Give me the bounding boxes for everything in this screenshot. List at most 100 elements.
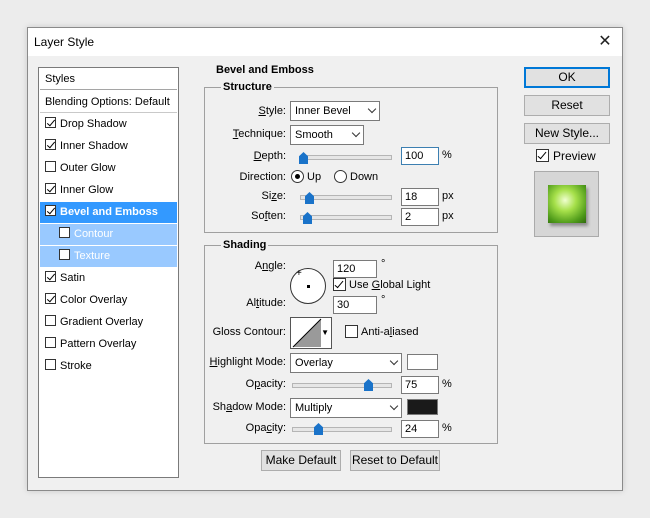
direction-up-radio[interactable] bbox=[291, 170, 304, 183]
global-light-label[interactable]: Use Global Light bbox=[349, 279, 430, 291]
styles-header-label: Styles bbox=[45, 73, 75, 85]
shadow-mode-select[interactable]: Multiply bbox=[290, 398, 402, 418]
style-item-checkbox[interactable] bbox=[45, 139, 56, 150]
ok-button[interactable]: OK bbox=[524, 67, 610, 88]
style-item-checkbox[interactable] bbox=[59, 249, 70, 260]
altitude-unit: ° bbox=[381, 294, 386, 306]
altitude-input[interactable]: 30 bbox=[333, 296, 377, 314]
style-item-checkbox[interactable] bbox=[59, 227, 70, 238]
styles-header[interactable]: Styles bbox=[40, 69, 177, 90]
preview-swatch bbox=[548, 185, 586, 223]
style-item-label: Inner Shadow bbox=[60, 140, 128, 152]
style-item-inner-shadow[interactable]: Inner Shadow bbox=[40, 136, 177, 157]
shadow-mode-value: Multiply bbox=[295, 402, 333, 414]
preview-checkbox[interactable] bbox=[536, 149, 549, 162]
style-item-checkbox[interactable] bbox=[45, 205, 56, 216]
shadow-opacity-slider[interactable] bbox=[292, 427, 392, 432]
size-unit: px bbox=[442, 190, 454, 202]
style-select-value: Inner Bevel bbox=[295, 105, 351, 117]
highlight-mode-select[interactable]: Overlay bbox=[290, 353, 402, 373]
style-item-label: Outer Glow bbox=[60, 162, 116, 174]
preview-label[interactable]: Preview bbox=[553, 149, 596, 163]
layer-style-dialog: Layer Style ✕ Styles Blending Options: D… bbox=[27, 27, 623, 491]
gloss-contour-picker[interactable]: ▼ bbox=[290, 317, 332, 349]
style-item-label: Inner Glow bbox=[60, 184, 114, 196]
reset-button[interactable]: Reset bbox=[524, 95, 610, 116]
anti-aliased-checkbox[interactable] bbox=[345, 325, 358, 338]
style-item-inner-glow[interactable]: Inner Glow bbox=[40, 180, 177, 201]
direction-up-label[interactable]: Up bbox=[307, 171, 321, 183]
style-item-color-overlay[interactable]: Color Overlay bbox=[40, 290, 177, 311]
shadow-opacity-label: Opacity: bbox=[245, 422, 286, 434]
size-input[interactable]: 18 bbox=[401, 188, 439, 206]
make-default-button[interactable]: Make Default bbox=[261, 450, 341, 471]
style-item-drop-shadow[interactable]: Drop Shadow bbox=[40, 114, 177, 135]
angle-value: 120 bbox=[337, 263, 356, 275]
chevron-down-icon: ▼ bbox=[321, 328, 329, 337]
close-icon[interactable]: ✕ bbox=[588, 28, 622, 56]
depth-label: Depth: bbox=[253, 150, 286, 162]
highlight-opacity-input[interactable]: 75 bbox=[401, 376, 439, 394]
shadow-mode-label: Shadow Mode: bbox=[212, 401, 286, 413]
highlight-color-swatch[interactable] bbox=[407, 354, 438, 370]
angle-unit: ° bbox=[381, 258, 386, 270]
style-item-checkbox[interactable] bbox=[45, 183, 56, 194]
soften-slider[interactable] bbox=[300, 215, 392, 220]
style-item-checkbox[interactable] bbox=[45, 117, 56, 128]
structure-title: Structure bbox=[221, 81, 274, 93]
direction-down-radio[interactable] bbox=[334, 170, 347, 183]
style-item-pattern-overlay[interactable]: Pattern Overlay bbox=[40, 334, 177, 355]
blending-options-item[interactable]: Blending Options: Default bbox=[40, 92, 177, 113]
highlight-opacity-label: Opacity: bbox=[245, 378, 286, 390]
global-light-checkbox[interactable] bbox=[333, 278, 346, 291]
shading-title: Shading bbox=[221, 239, 269, 251]
highlight-opacity-unit: % bbox=[442, 378, 452, 390]
technique-select-value: Smooth bbox=[295, 129, 333, 141]
style-item-label: Satin bbox=[60, 272, 86, 284]
style-select[interactable]: Inner Bevel bbox=[290, 101, 380, 121]
depth-input[interactable]: 100 bbox=[401, 147, 439, 165]
size-value: 18 bbox=[405, 191, 418, 203]
style-item-label: Color Overlay bbox=[60, 294, 128, 306]
style-item-checkbox[interactable] bbox=[45, 359, 56, 370]
style-item-checkbox[interactable] bbox=[45, 293, 56, 304]
depth-value: 100 bbox=[405, 150, 424, 162]
style-item-satin[interactable]: Satin bbox=[40, 268, 177, 289]
crosshair-icon: + bbox=[296, 268, 302, 279]
style-item-stroke[interactable]: Stroke bbox=[40, 356, 177, 377]
technique-label: Technique: bbox=[232, 128, 286, 140]
style-item-checkbox[interactable] bbox=[45, 161, 56, 172]
chevron-down-icon bbox=[389, 401, 399, 411]
altitude-value: 30 bbox=[337, 299, 350, 311]
technique-select[interactable]: Smooth bbox=[290, 125, 364, 145]
angle-dial[interactable]: + bbox=[290, 268, 326, 304]
style-item-label: Texture bbox=[74, 250, 111, 262]
highlight-opacity-value: 75 bbox=[405, 379, 418, 391]
highlight-opacity-slider[interactable] bbox=[292, 383, 392, 388]
shadow-color-swatch[interactable] bbox=[407, 399, 438, 415]
soften-input[interactable]: 2 bbox=[401, 208, 439, 226]
bevel-section-title: Bevel and Emboss bbox=[216, 64, 314, 76]
style-item-checkbox[interactable] bbox=[45, 271, 56, 282]
highlight-mode-value: Overlay bbox=[295, 357, 333, 369]
direction-down-label[interactable]: Down bbox=[350, 171, 378, 183]
style-item-checkbox[interactable] bbox=[45, 337, 56, 348]
reset-to-default-button[interactable]: Reset to Default bbox=[350, 450, 440, 471]
style-item-bevel-and-emboss[interactable]: Bevel and Emboss bbox=[40, 202, 177, 223]
style-item-checkbox[interactable] bbox=[45, 315, 56, 326]
depth-slider[interactable] bbox=[300, 155, 392, 160]
angle-dial-center bbox=[307, 285, 310, 288]
altitude-label: Altitude: bbox=[246, 297, 286, 309]
style-item-label: Bevel and Emboss bbox=[60, 206, 158, 218]
angle-input[interactable]: 120 bbox=[333, 260, 377, 278]
style-item-texture[interactable]: Texture bbox=[40, 246, 177, 267]
new-style-button[interactable]: New Style... bbox=[524, 123, 610, 144]
shadow-opacity-input[interactable]: 24 bbox=[401, 420, 439, 438]
soften-label: Soften: bbox=[251, 210, 286, 222]
style-item-outer-glow[interactable]: Outer Glow bbox=[40, 158, 177, 179]
anti-aliased-label[interactable]: Anti-aliased bbox=[361, 326, 419, 338]
soften-value: 2 bbox=[405, 211, 412, 223]
style-item-gradient-overlay[interactable]: Gradient Overlay bbox=[40, 312, 177, 333]
style-item-contour[interactable]: Contour bbox=[40, 224, 177, 245]
chevron-down-icon bbox=[367, 104, 377, 114]
